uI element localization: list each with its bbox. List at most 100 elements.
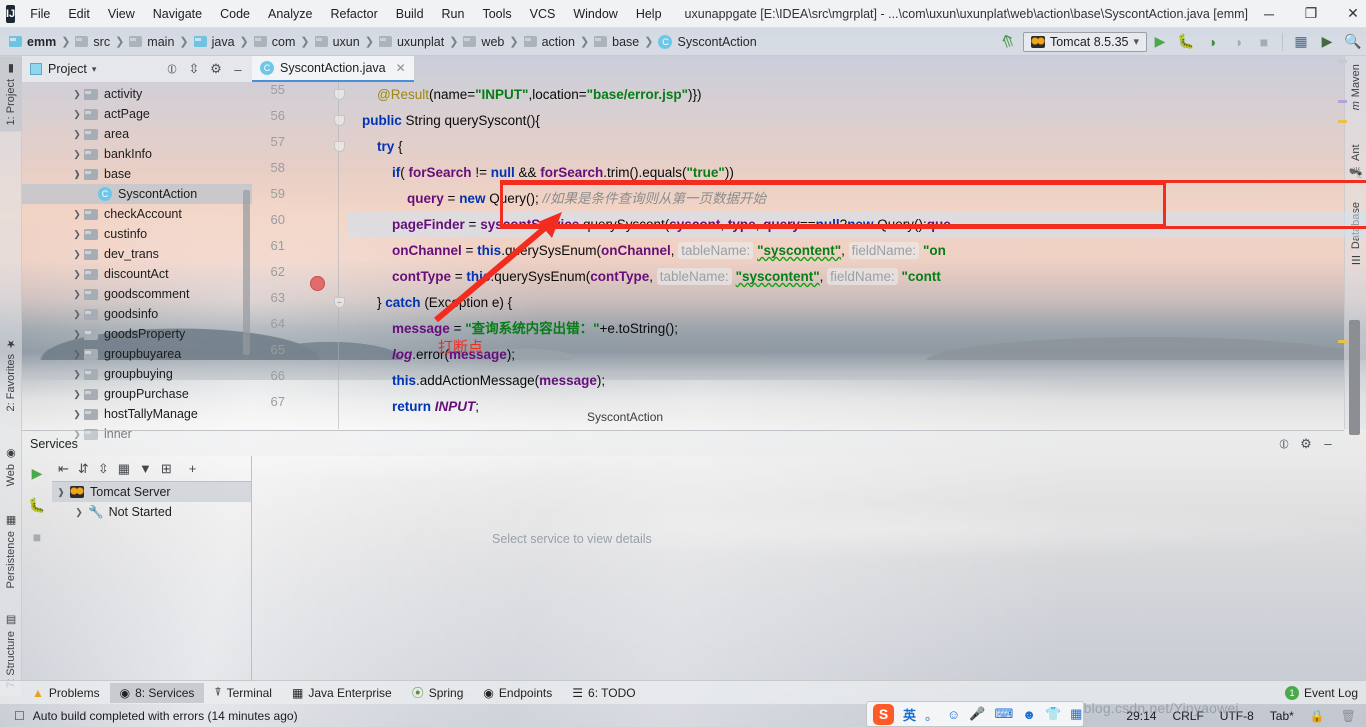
sidebar-item-persistence[interactable]: Persistence ▦ [0,508,22,594]
chevron-right-icon[interactable]: ❯ [70,209,84,220]
hide-icon[interactable]: – [228,59,248,79]
chevron-down-icon[interactable]: ❱ [70,169,84,180]
menu-code[interactable]: Code [211,4,259,24]
minimize-button[interactable]: ─ [1248,0,1290,27]
sidebar-item-project[interactable]: 1: Project ▮ [0,56,22,132]
profile-button[interactable]: ◑ [1225,30,1251,54]
chevron-down-icon[interactable]: ▾ [1133,35,1139,48]
menu-edit[interactable]: Edit [59,4,99,24]
tree-node-syscontaction[interactable]: C SyscontAction [22,184,252,204]
chevron-right-icon[interactable]: ❯ [70,249,84,260]
project-tree[interactable]: ❯ activity ❯ actPage ❯ area ❯ bankInfo ❱… [22,82,252,444]
sidebar-item-web[interactable]: Web ◉ [0,441,22,492]
ime-mode-label[interactable]: 英 [903,705,916,724]
breadcrumb-item-web[interactable]: web [460,35,507,49]
breadcrumb-item-base[interactable]: base [591,35,642,49]
chevron-right-icon[interactable]: ❯ [70,409,84,420]
menu-view[interactable]: View [99,4,144,24]
services-tree-node-not-started[interactable]: ❯ 🔧 Not Started [52,502,251,522]
tree-node-groupbuyarea[interactable]: ❯ groupbuyarea [22,344,252,364]
menu-navigate[interactable]: Navigate [144,4,211,24]
rerun-icon[interactable]: ⇤ [58,461,69,477]
debug-button[interactable]: 🐛 [1173,30,1199,54]
hide-icon[interactable]: – [1318,434,1338,454]
sogou-logo-icon[interactable]: S [873,703,894,725]
chevron-right-icon[interactable]: ❯ [70,129,84,140]
run-with-coverage-button[interactable]: ◑ [1199,30,1225,54]
menu-file[interactable]: File [21,4,59,24]
make-project-icon[interactable]: ⤊ [998,30,1018,54]
chevron-right-icon[interactable]: ❯ [70,289,84,300]
run-icon[interactable]: ▶ [26,462,48,484]
search-everywhere-button[interactable]: 🔍 [1340,30,1366,54]
chevron-right-icon[interactable]: ❯ [70,109,84,120]
trash-icon[interactable]: 🗑 [1341,709,1356,723]
breadcrumb-item-src[interactable]: src [72,35,113,49]
project-structure-button[interactable]: ▦ [1288,30,1314,54]
add-tab-icon[interactable]: ⊞ [161,461,172,477]
menu-run[interactable]: Run [433,4,474,24]
bottom-tab-todo[interactable]: ☰ 6: TODO [562,683,645,703]
user-icon[interactable]: ☻ [1022,707,1036,722]
error-stripe-mark[interactable] [1338,100,1347,103]
breadcrumb-item-com[interactable]: com [251,35,299,49]
tree-node-goodsproperty[interactable]: ❯ goodsProperty [22,324,252,344]
apps-icon[interactable]: ▦ [1070,706,1082,722]
tree-node-goodscomment[interactable]: ❯ goodscomment [22,284,252,304]
fold-marker-icon[interactable] [334,141,345,152]
bottom-tab-java-enterprise[interactable]: ▦ Java Enterprise [282,683,402,703]
update-application-button[interactable]: ▶ [1314,30,1340,54]
menu-refactor[interactable]: Refactor [321,4,386,24]
menu-tools[interactable]: Tools [473,4,520,24]
chevron-down-icon[interactable]: ▾ [92,64,97,75]
close-icon[interactable]: ✕ [396,61,406,75]
bottom-tab-spring[interactable]: ⦿ Spring [402,681,474,704]
run-button[interactable]: ▶ [1147,30,1173,54]
tree-node-dev-trans[interactable]: ❯ dev_trans [22,244,252,264]
chevron-right-icon[interactable]: ❯ [70,507,88,518]
skin-icon[interactable]: 👕 [1045,706,1061,722]
event-log-button[interactable]: 1 Event Log [1284,685,1366,700]
collapse-all-icon[interactable]: ⇳ [184,59,204,79]
breakpoint-icon[interactable] [310,276,325,291]
collapse-all-icon[interactable]: ⇳ [98,461,109,477]
fold-marker-icon[interactable] [334,115,345,126]
fold-marker-icon[interactable] [334,89,345,100]
menu-help[interactable]: Help [627,4,671,24]
punctuation-icon[interactable]: 。 [925,705,938,724]
menu-vcs[interactable]: VCS [521,4,565,24]
editor-gutter[interactable]: 55 56 57 58 59 60 61 62 63 64 65 66 67 − [252,82,347,429]
chevron-right-icon[interactable]: ❯ [70,369,84,380]
bottom-tab-terminal[interactable]: ⍒ Terminal [204,682,282,703]
chevron-right-icon[interactable]: ❯ [70,89,84,100]
breadcrumb-item-java[interactable]: java [191,35,238,49]
tree-node-grouppurchase[interactable]: ❯ groupPurchase [22,384,252,404]
tree-node-base[interactable]: ❱ base [22,164,252,184]
sidebar-item-favorites[interactable]: 2: Favorites ★ [0,331,22,417]
tree-node-discountact[interactable]: ❯ discountAct [22,264,252,284]
chevron-right-icon[interactable]: ❯ [70,269,84,280]
indent-setting[interactable]: Tab* [1270,709,1294,723]
chevron-down-icon[interactable]: ❱ [52,487,70,498]
breadcrumb-item-uxun[interactable]: uxun [312,35,363,49]
emoji-icon[interactable]: ☺ [947,707,960,722]
chevron-right-icon[interactable]: ❯ [70,349,84,360]
group-icon[interactable]: ▦ [118,461,130,477]
gear-icon[interactable]: ⚙ [206,59,226,79]
tree-node-custinfo[interactable]: ❯ custinfo [22,224,252,244]
keyboard-icon[interactable]: ⌨ [995,706,1014,722]
lock-icon[interactable]: 🔒 [1310,709,1325,723]
locate-icon[interactable]: ⦶ [162,59,182,79]
tree-node-area[interactable]: ❯ area [22,124,252,144]
expand-all-icon[interactable]: ⇵ [78,461,89,477]
error-stripe-mark[interactable] [1338,340,1347,343]
tree-node-bankinfo[interactable]: ❯ bankInfo [22,144,252,164]
editor-scrollbar[interactable] [1349,320,1360,435]
tree-node-activity[interactable]: ❯ activity [22,84,252,104]
bottom-tab-problems[interactable]: ▲ Problems [22,683,110,703]
microphone-icon[interactable]: 🎤 [969,706,985,722]
project-tree-scrollbar[interactable] [243,190,250,355]
breadcrumb-item-uxunplat[interactable]: uxunplat [376,35,447,49]
breadcrumb-item-emm[interactable]: emm [6,35,59,49]
chevron-right-icon[interactable]: ❯ [70,389,84,400]
